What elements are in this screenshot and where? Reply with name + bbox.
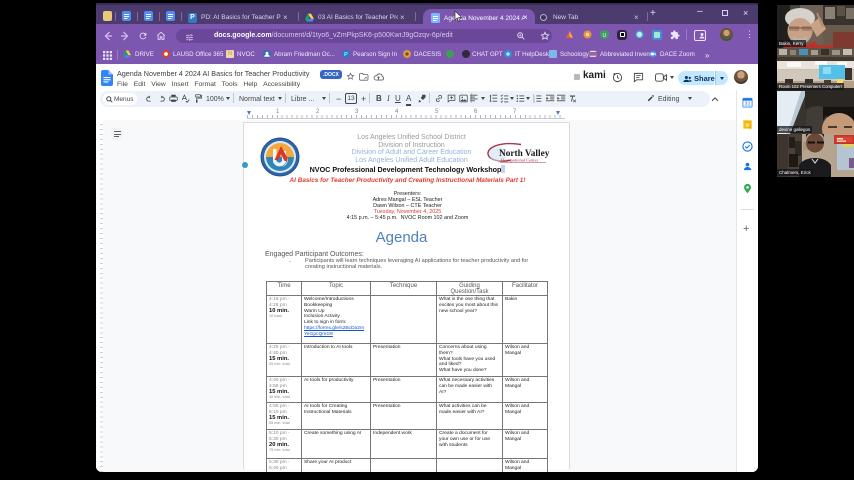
svg-text:P: P xyxy=(344,52,348,58)
svg-text:U: U xyxy=(603,33,607,39)
svg-text:31: 31 xyxy=(744,102,750,108)
svg-text:3: 3 xyxy=(533,100,535,103)
